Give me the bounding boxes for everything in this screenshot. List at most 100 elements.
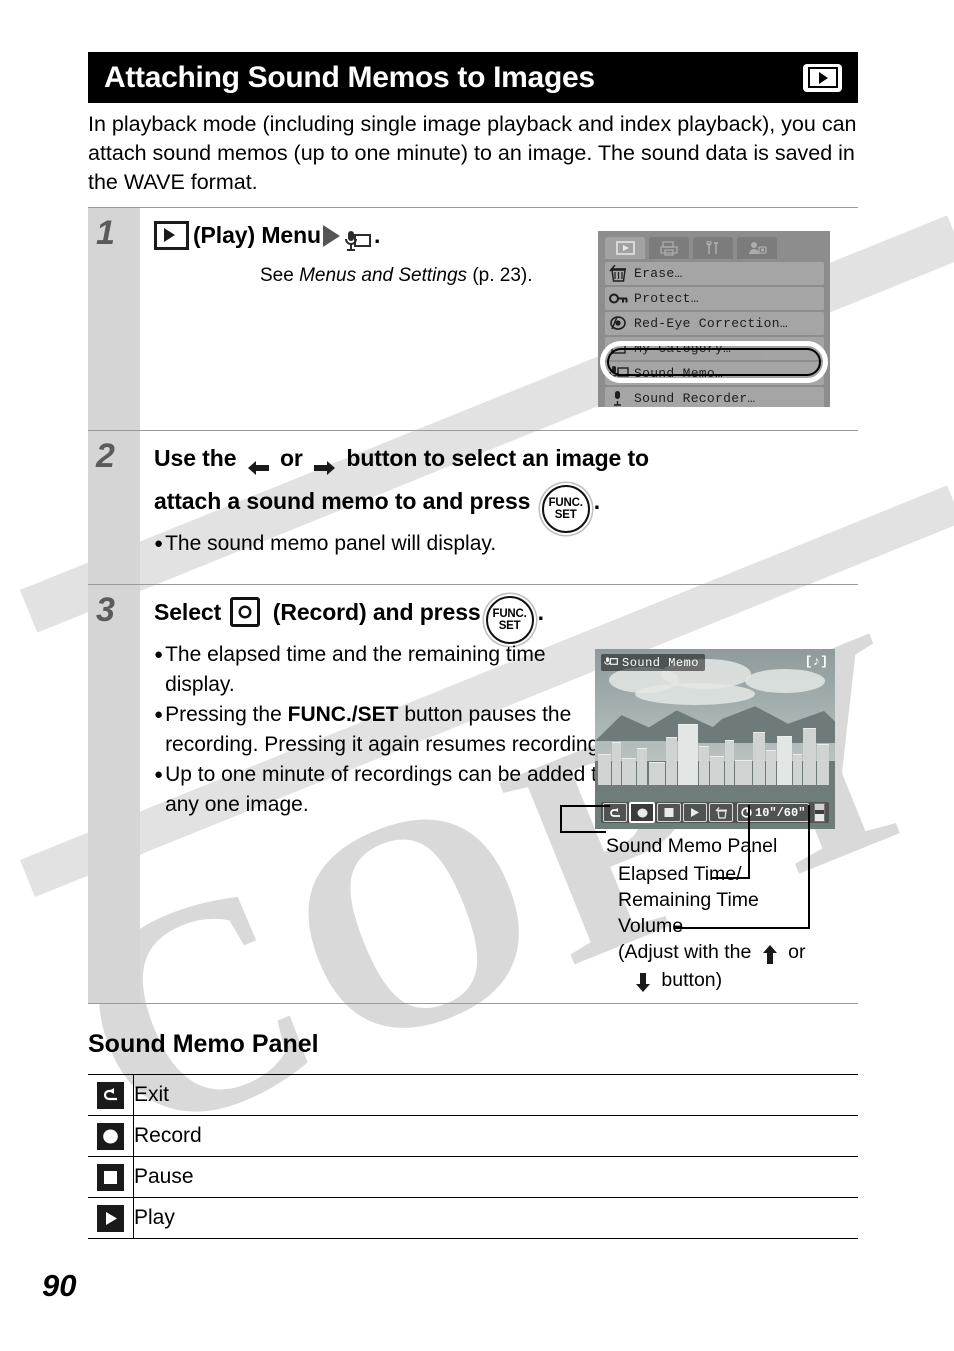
skyline — [595, 711, 835, 785]
see-suffix: (p. 23). — [467, 265, 533, 286]
bullet-text: Up to one minute of recordings can be ad… — [165, 763, 609, 816]
pause-icon — [97, 1163, 124, 1191]
row-label: Exit — [134, 1083, 170, 1106]
step-2-line1-b: or — [279, 445, 303, 471]
sound-memo-panel-table: Exit Record Pause Play — [88, 1074, 858, 1239]
see-prefix: See — [260, 265, 300, 286]
volume-note-b: or — [788, 941, 806, 963]
step-2-bullets: ● The sound memo panel will display. — [154, 529, 858, 559]
menu-item-red-eye-correction[interactable]: Red-Eye Correction… — [605, 312, 824, 335]
callout-volume-note: (Adjust with the or — [618, 939, 806, 965]
row-icon-cell — [88, 1156, 134, 1198]
bullet-item: ● The sound memo panel will display. — [154, 529, 858, 559]
bullet-item: ● Pressing the FUNC./SET button pauses th… — [154, 700, 614, 760]
row-label: Play — [134, 1206, 175, 1229]
bullet-text: Pressing the FUNC./SET button pauses the… — [165, 700, 614, 760]
sound-memo-icon — [604, 657, 618, 665]
row-label: Record — [134, 1124, 202, 1147]
step-2-line1-c: button to select an image to — [346, 445, 650, 471]
volume-note-c: button) — [661, 969, 723, 991]
setup-tab[interactable] — [693, 237, 733, 259]
table-row: Record — [88, 1115, 858, 1157]
bullet-pre: Pressing the — [165, 703, 288, 726]
leader-line-volume-vert — [808, 805, 810, 929]
camera-play-menu-screenshot: Erase… Protect… Red-Eye Correction… My C… — [598, 231, 830, 407]
exit-icon — [97, 1081, 124, 1109]
step-3-heading-a: Select — [154, 599, 222, 625]
bullet-text: The sound memo panel will display. — [165, 532, 497, 555]
music-note-icon: [♪] — [804, 654, 828, 669]
row-icon-cell — [88, 1197, 134, 1239]
table-row: Pause — [88, 1156, 858, 1198]
step-2-line1-a: Use the — [154, 445, 237, 471]
step-number: 1 — [96, 214, 115, 252]
row-label: Pause — [134, 1165, 194, 1188]
func-set-button-icon: FUNC. SET — [485, 596, 534, 645]
callout-volume: Volume — [618, 915, 684, 937]
sound-memo-icon — [344, 224, 372, 251]
sound-memo-title-badge: Sound Memo — [601, 654, 706, 671]
step-2-line2-b: . — [593, 488, 600, 514]
bullet-dot: ● — [154, 706, 164, 723]
sound-memo-title: Sound Memo — [622, 655, 700, 670]
sound-memo-screen-screenshot: Sound Memo [♪] 10"/60" — [595, 649, 835, 829]
row-icon-cell — [88, 1115, 134, 1157]
step-3-number-column: 3 — [88, 585, 140, 1003]
menu-item-label: Erase… — [634, 266, 683, 281]
callout-volume-note-2: button) — [630, 967, 722, 993]
bullet-dot: ● — [154, 646, 164, 663]
step-3-heading-b: (Record) and press — [272, 599, 481, 625]
leader-line-panel-vert — [560, 805, 562, 833]
menu-tabs — [598, 231, 830, 259]
menu-item-protect[interactable]: Protect… — [605, 287, 824, 310]
step-1-heading-label: (Play) Menu — [193, 222, 321, 248]
step-1-heading-suffix: . — [373, 222, 381, 248]
step-3-bullets: ● The elapsed time and the remaining time… — [154, 640, 614, 820]
play-mode-icon — [154, 220, 189, 250]
step-2-number-column: 2 — [88, 431, 140, 584]
func-set-emphasis: FUNC./SET — [287, 703, 399, 726]
page-title-bar: Attaching Sound Memos to Images — [88, 52, 858, 103]
bullet-text: The elapsed time and the remaining time … — [165, 643, 546, 696]
print-tab[interactable] — [649, 237, 689, 259]
callout-elapsed-time: Elapsed Time/ — [618, 863, 742, 885]
table-row: Play — [88, 1197, 858, 1239]
step-3-heading-c: . — [537, 599, 544, 625]
menu-items: Erase… Protect… Red-Eye Correction… My C… — [598, 259, 830, 407]
bullet-item: ● The elapsed time and the remaining time… — [154, 640, 614, 700]
menu-item-erase[interactable]: Erase… — [605, 262, 824, 285]
page-title: Attaching Sound Memos to Images — [104, 60, 595, 94]
record-icon — [97, 1122, 124, 1150]
step-3-heading: Select (Record) and press FUNC. SET. — [154, 591, 858, 645]
menu-item-label: Red-Eye Correction… — [634, 316, 788, 331]
leader-line-panel — [560, 805, 610, 807]
callout-group: Sound Memo Panel Elapsed Time/ Remaining… — [560, 805, 950, 1015]
callout-sound-memo-panel: Sound Memo Panel — [606, 835, 778, 857]
step-2-heading: Use the or button to select an image to … — [154, 437, 858, 534]
bullet-dot: ● — [154, 766, 164, 783]
sound-memo-highlight-ring — [600, 341, 828, 383]
my-camera-tab[interactable] — [737, 237, 777, 259]
play-mode-icon — [803, 63, 842, 92]
step-2: 2 Use the or button to select an image t… — [88, 430, 858, 584]
play-tab[interactable] — [605, 237, 645, 259]
arrow-left-button-icon — [247, 449, 270, 475]
arrow-up-button-icon — [760, 944, 780, 965]
leader-line-volume-horz — [674, 927, 810, 929]
menu-item-label: Sound Recorder… — [634, 391, 756, 406]
step-2-line2-a: attach a sound memo to and press — [154, 488, 531, 514]
sound-recorder-icon — [609, 390, 629, 407]
red-eye-icon — [609, 315, 629, 332]
callout-remaining-time: Remaining Time — [618, 889, 759, 911]
leader-line-panel-bottom — [560, 831, 606, 833]
menu-item-label: Protect… — [634, 291, 699, 306]
volume-note-a: (Adjust with the — [618, 941, 752, 963]
row-icon-cell — [88, 1074, 134, 1116]
step-number: 2 — [96, 437, 115, 475]
arrow-down-button-icon — [633, 972, 653, 993]
menu-item-sound-recorder[interactable]: Sound Recorder… — [605, 387, 824, 407]
table-row: Exit — [88, 1074, 858, 1116]
step-1-number-column: 1 — [88, 208, 140, 430]
func-set-button-icon: FUNC. SET — [541, 485, 590, 534]
play-icon — [97, 1204, 124, 1232]
